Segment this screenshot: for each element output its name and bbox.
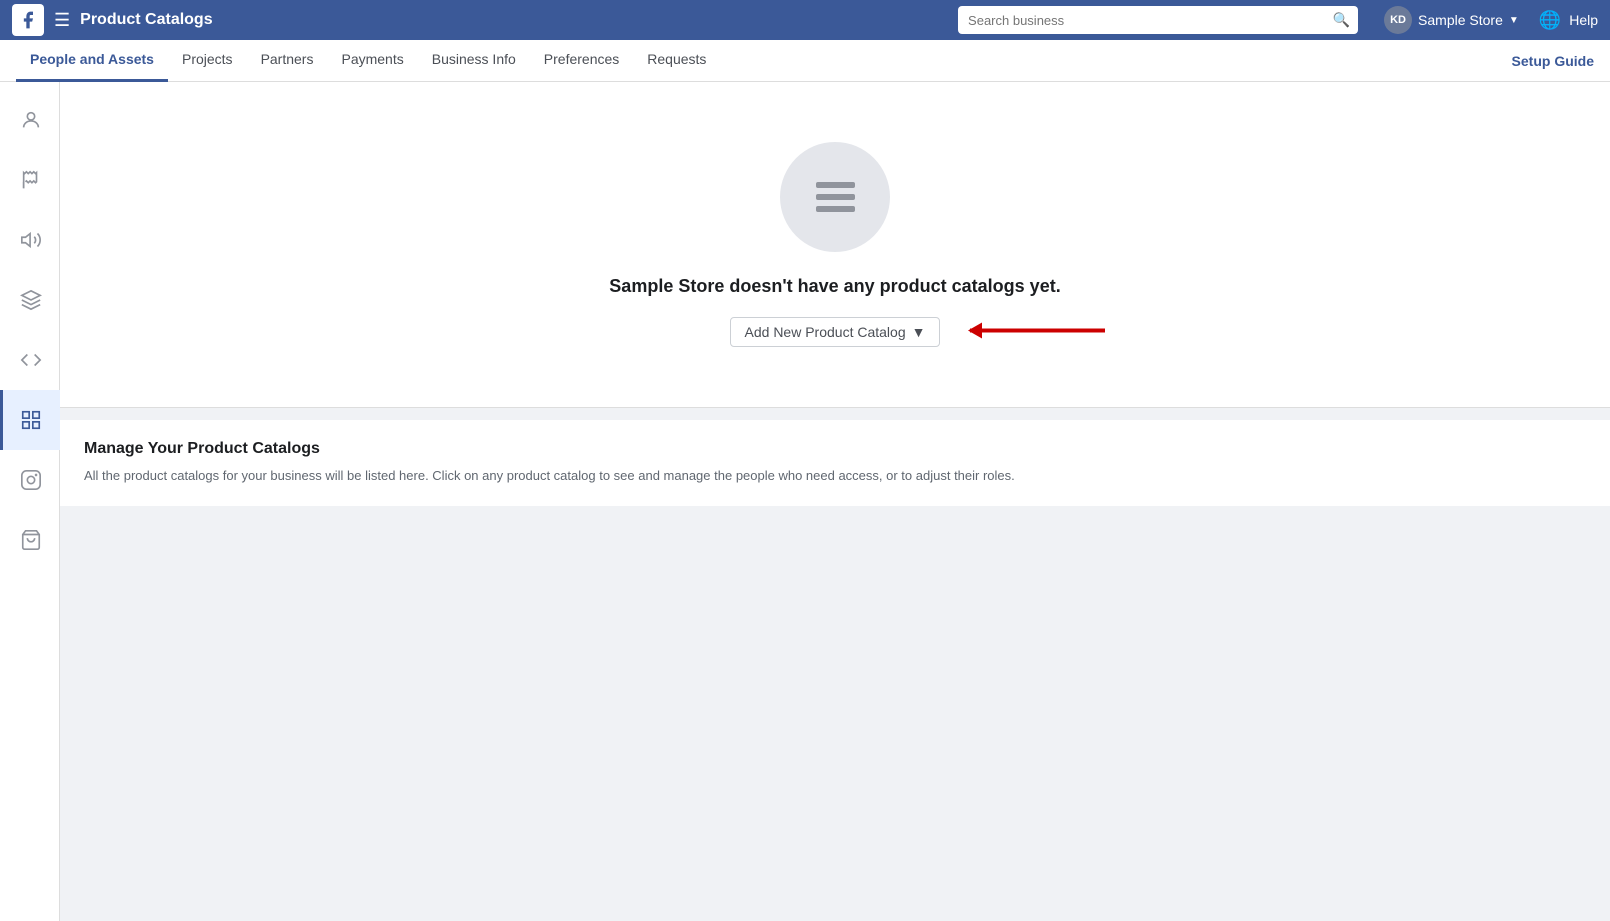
manage-description: All the product catalogs for your busine…: [84, 466, 1586, 486]
store-selector[interactable]: KD Sample Store ▼: [1384, 6, 1519, 34]
topbar-page-title: Product Catalogs: [80, 11, 212, 29]
nav-item-business-info[interactable]: Business Info: [418, 40, 530, 82]
facebook-logo: [12, 4, 44, 36]
setup-guide-link[interactable]: Setup Guide: [1512, 53, 1594, 69]
secondary-nav: People and Assets Projects Partners Paym…: [0, 40, 1610, 82]
hamburger-icon[interactable]: ☰: [54, 10, 70, 31]
search-input[interactable]: [958, 6, 1358, 34]
nav-item-payments[interactable]: Payments: [327, 40, 417, 82]
add-new-product-catalog-button[interactable]: Add New Product Catalog ▼: [730, 317, 941, 347]
sidebar-item-person[interactable]: [0, 90, 60, 150]
help-label[interactable]: Help: [1569, 12, 1598, 28]
sidebar: [0, 82, 60, 921]
help-section: 🌐 Help: [1539, 10, 1598, 31]
sidebar-item-flag[interactable]: [0, 150, 60, 210]
dropdown-arrow-icon: ▼: [912, 324, 926, 340]
add-catalog-wrapper: Add New Product Catalog ▼: [730, 317, 941, 347]
globe-icon[interactable]: 🌐: [1539, 10, 1561, 31]
manage-section: Manage Your Product Catalogs All the pro…: [60, 420, 1610, 506]
manage-title: Manage Your Product Catalogs: [84, 440, 1586, 458]
sidebar-item-ads[interactable]: [0, 210, 60, 270]
content-area: Sample Store doesn't have any product ca…: [60, 82, 1610, 921]
nav-item-requests[interactable]: Requests: [633, 40, 720, 82]
add-catalog-label: Add New Product Catalog: [745, 324, 906, 340]
nav-item-partners[interactable]: Partners: [247, 40, 328, 82]
sidebar-item-cube[interactable]: [0, 270, 60, 330]
main-layout: Sample Store doesn't have any product ca…: [0, 82, 1610, 921]
sidebar-item-code[interactable]: [0, 330, 60, 390]
store-name: Sample Store: [1418, 12, 1503, 28]
topbar: ☰ Product Catalogs 🔍 KD Sample Store ▼ 🌐…: [0, 0, 1610, 40]
red-arrow-annotation: [950, 311, 1110, 354]
search-icon: 🔍: [1333, 12, 1350, 29]
catalog-empty-icon: [780, 142, 890, 252]
search-bar: 🔍: [958, 6, 1358, 34]
sidebar-item-instagram[interactable]: [0, 450, 60, 510]
sidebar-item-shop[interactable]: [0, 510, 60, 570]
nav-item-people-assets[interactable]: People and Assets: [16, 40, 168, 82]
empty-state-section: Sample Store doesn't have any product ca…: [60, 82, 1610, 408]
nav-item-preferences[interactable]: Preferences: [530, 40, 633, 82]
chevron-down-icon: ▼: [1509, 15, 1519, 26]
nav-item-projects[interactable]: Projects: [168, 40, 247, 82]
store-avatar: KD: [1384, 6, 1412, 34]
empty-state-message: Sample Store doesn't have any product ca…: [609, 276, 1060, 297]
sidebar-item-catalogs[interactable]: [0, 390, 60, 450]
